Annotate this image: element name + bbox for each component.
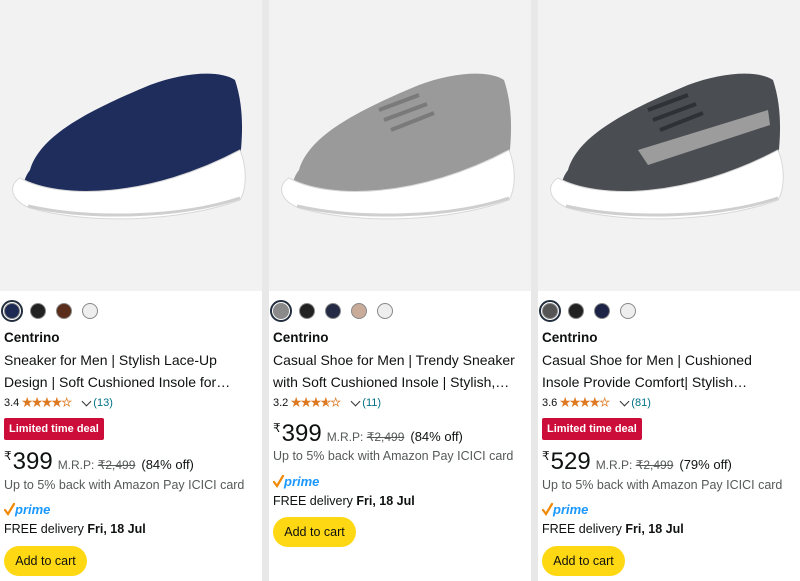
currency-symbol: ₹: [4, 449, 12, 463]
product-title-line[interactable]: with Soft Cushioned Insole | Stylish,…: [273, 371, 525, 393]
color-swatch[interactable]: [377, 303, 393, 319]
rating-value: 3.2: [273, 397, 289, 409]
add-to-cart-button[interactable]: Add to cart: [273, 517, 356, 547]
add-to-cart-button[interactable]: Add to cart: [4, 546, 87, 576]
cashback-offer: Up to 5% back with Amazon Pay ICICI card: [273, 449, 514, 463]
prime-icon: prime: [541, 502, 588, 517]
color-swatch[interactable]: [1, 300, 23, 322]
mrp-label-text: M.R.P:: [57, 458, 95, 472]
product-title-line[interactable]: Design | Soft Cushioned Insole for…: [4, 371, 256, 393]
mrp-label-text: M.R.P:: [595, 458, 633, 472]
star-rating-icon[interactable]: ★★★★★ ★★★★★: [22, 396, 78, 409]
product-title-line[interactable]: Casual Shoe for Men | Trendy Sneaker: [273, 349, 525, 371]
currency-symbol: ₹: [542, 449, 550, 463]
color-swatch[interactable]: [299, 303, 315, 319]
product-title[interactable]: Casual Shoe for Men | Cushioned Insole P…: [542, 349, 794, 393]
prime-badge: prime: [541, 502, 590, 518]
color-swatch[interactable]: [539, 300, 561, 322]
cashback-offer: Up to 5% back with Amazon Pay ICICI card: [542, 478, 783, 492]
price[interactable]: 399: [13, 448, 53, 476]
add-to-cart-button[interactable]: Add to cart: [542, 546, 625, 576]
review-count-link[interactable]: (11): [362, 396, 381, 410]
review-count-link[interactable]: (81): [631, 396, 651, 410]
price[interactable]: 529: [551, 448, 591, 476]
prime-icon: prime: [272, 474, 319, 489]
delivery-label: FREE delivery: [4, 522, 84, 536]
brand-name: Centrino: [542, 330, 598, 345]
svg-text:prime: prime: [552, 502, 588, 517]
product-title-line[interactable]: Sneaker for Men | Stylish Lace-Up: [4, 349, 256, 371]
rating-value: 3.6: [542, 397, 558, 409]
color-swatch[interactable]: [56, 303, 72, 319]
delivery-label: FREE delivery: [542, 522, 622, 536]
rating-row: 3.6 ★★★★★ ★★★★★ (81): [542, 396, 651, 410]
chevron-down-icon[interactable]: [81, 396, 92, 406]
deal-badge: Limited time deal: [542, 418, 642, 440]
price[interactable]: 399: [282, 420, 322, 448]
color-swatch[interactable]: [568, 303, 584, 319]
color-swatch[interactable]: [30, 303, 46, 319]
delivery-date: Fri, 18 Jul: [356, 494, 415, 508]
color-swatch[interactable]: [270, 300, 292, 322]
deal-badge: Limited time deal: [4, 418, 104, 440]
star-rating-icon[interactable]: ★★★★★ ★★★★★: [560, 396, 616, 409]
mrp-value: ₹2,499: [366, 430, 405, 444]
product-image[interactable]: [538, 0, 800, 291]
chevron-down-icon[interactable]: [619, 396, 630, 406]
price-row: ₹ 399 M.R.P: ₹2,499 (84% off): [4, 448, 194, 476]
cashback-offer: Up to 5% back with Amazon Pay ICICI card: [4, 478, 245, 492]
mrp-label: M.R.P: ₹2,499: [596, 458, 674, 472]
discount-percent: (79% off): [679, 457, 732, 472]
delivery-info: FREE delivery Fri, 18 Jul: [4, 522, 146, 536]
product-image[interactable]: [0, 0, 262, 291]
mrp-label-text: M.R.P:: [326, 430, 364, 444]
product-title[interactable]: Sneaker for Men | Stylish Lace-Up Design…: [4, 349, 256, 393]
brand-name: Centrino: [4, 330, 60, 345]
review-count-link[interactable]: (13): [93, 396, 113, 410]
color-swatch[interactable]: [594, 303, 610, 319]
mrp-label: M.R.P: ₹2,499: [58, 458, 136, 472]
svg-text:prime: prime: [14, 502, 50, 517]
product-title-line[interactable]: Insole Provide Comfort| Stylish…: [542, 371, 794, 393]
product-title[interactable]: Casual Shoe for Men | Trendy Sneaker wit…: [273, 349, 525, 393]
color-swatch[interactable]: [620, 303, 636, 319]
star-rating-icon[interactable]: ★★★★★ ★★★★★: [291, 396, 347, 409]
product-card: Centrino Sneaker for Men | Stylish Lace-…: [0, 0, 262, 581]
rating-row: 3.4 ★★★★★ ★★★★★ (13): [4, 396, 113, 410]
color-swatch[interactable]: [351, 303, 367, 319]
rating-row: 3.2 ★★★★★ ★★★★★ (11): [273, 396, 381, 410]
prime-badge: prime: [3, 502, 52, 518]
mrp-value: ₹2,499: [97, 458, 136, 472]
product-image[interactable]: [269, 0, 531, 291]
discount-percent: (84% off): [410, 429, 463, 444]
delivery-info: FREE delivery Fri, 18 Jul: [542, 522, 684, 536]
delivery-date: Fri, 18 Jul: [87, 522, 146, 536]
chevron-down-icon[interactable]: [350, 396, 361, 406]
svg-text:prime: prime: [283, 474, 319, 489]
product-title-line[interactable]: Casual Shoe for Men | Cushioned: [542, 349, 794, 371]
rating-value: 3.4: [4, 397, 20, 409]
delivery-label: FREE delivery: [273, 494, 353, 508]
mrp-label: M.R.P: ₹2,499: [327, 430, 405, 444]
delivery-info: FREE delivery Fri, 18 Jul: [273, 494, 415, 508]
color-swatch[interactable]: [82, 303, 98, 319]
price-row: ₹ 529 M.R.P: ₹2,499 (79% off): [542, 448, 732, 476]
product-card: Centrino Casual Shoe for Men | Cushioned…: [538, 0, 800, 581]
product-card: Centrino Casual Shoe for Men | Trendy Sn…: [269, 0, 531, 581]
discount-percent: (84% off): [141, 457, 194, 472]
brand-name: Centrino: [273, 330, 329, 345]
prime-badge: prime: [272, 474, 321, 490]
mrp-value: ₹2,499: [635, 458, 674, 472]
price-row: ₹ 399 M.R.P: ₹2,499 (84% off): [273, 420, 463, 448]
currency-symbol: ₹: [273, 421, 281, 435]
prime-icon: prime: [3, 502, 50, 517]
delivery-date: Fri, 18 Jul: [625, 522, 684, 536]
color-swatch[interactable]: [325, 303, 341, 319]
